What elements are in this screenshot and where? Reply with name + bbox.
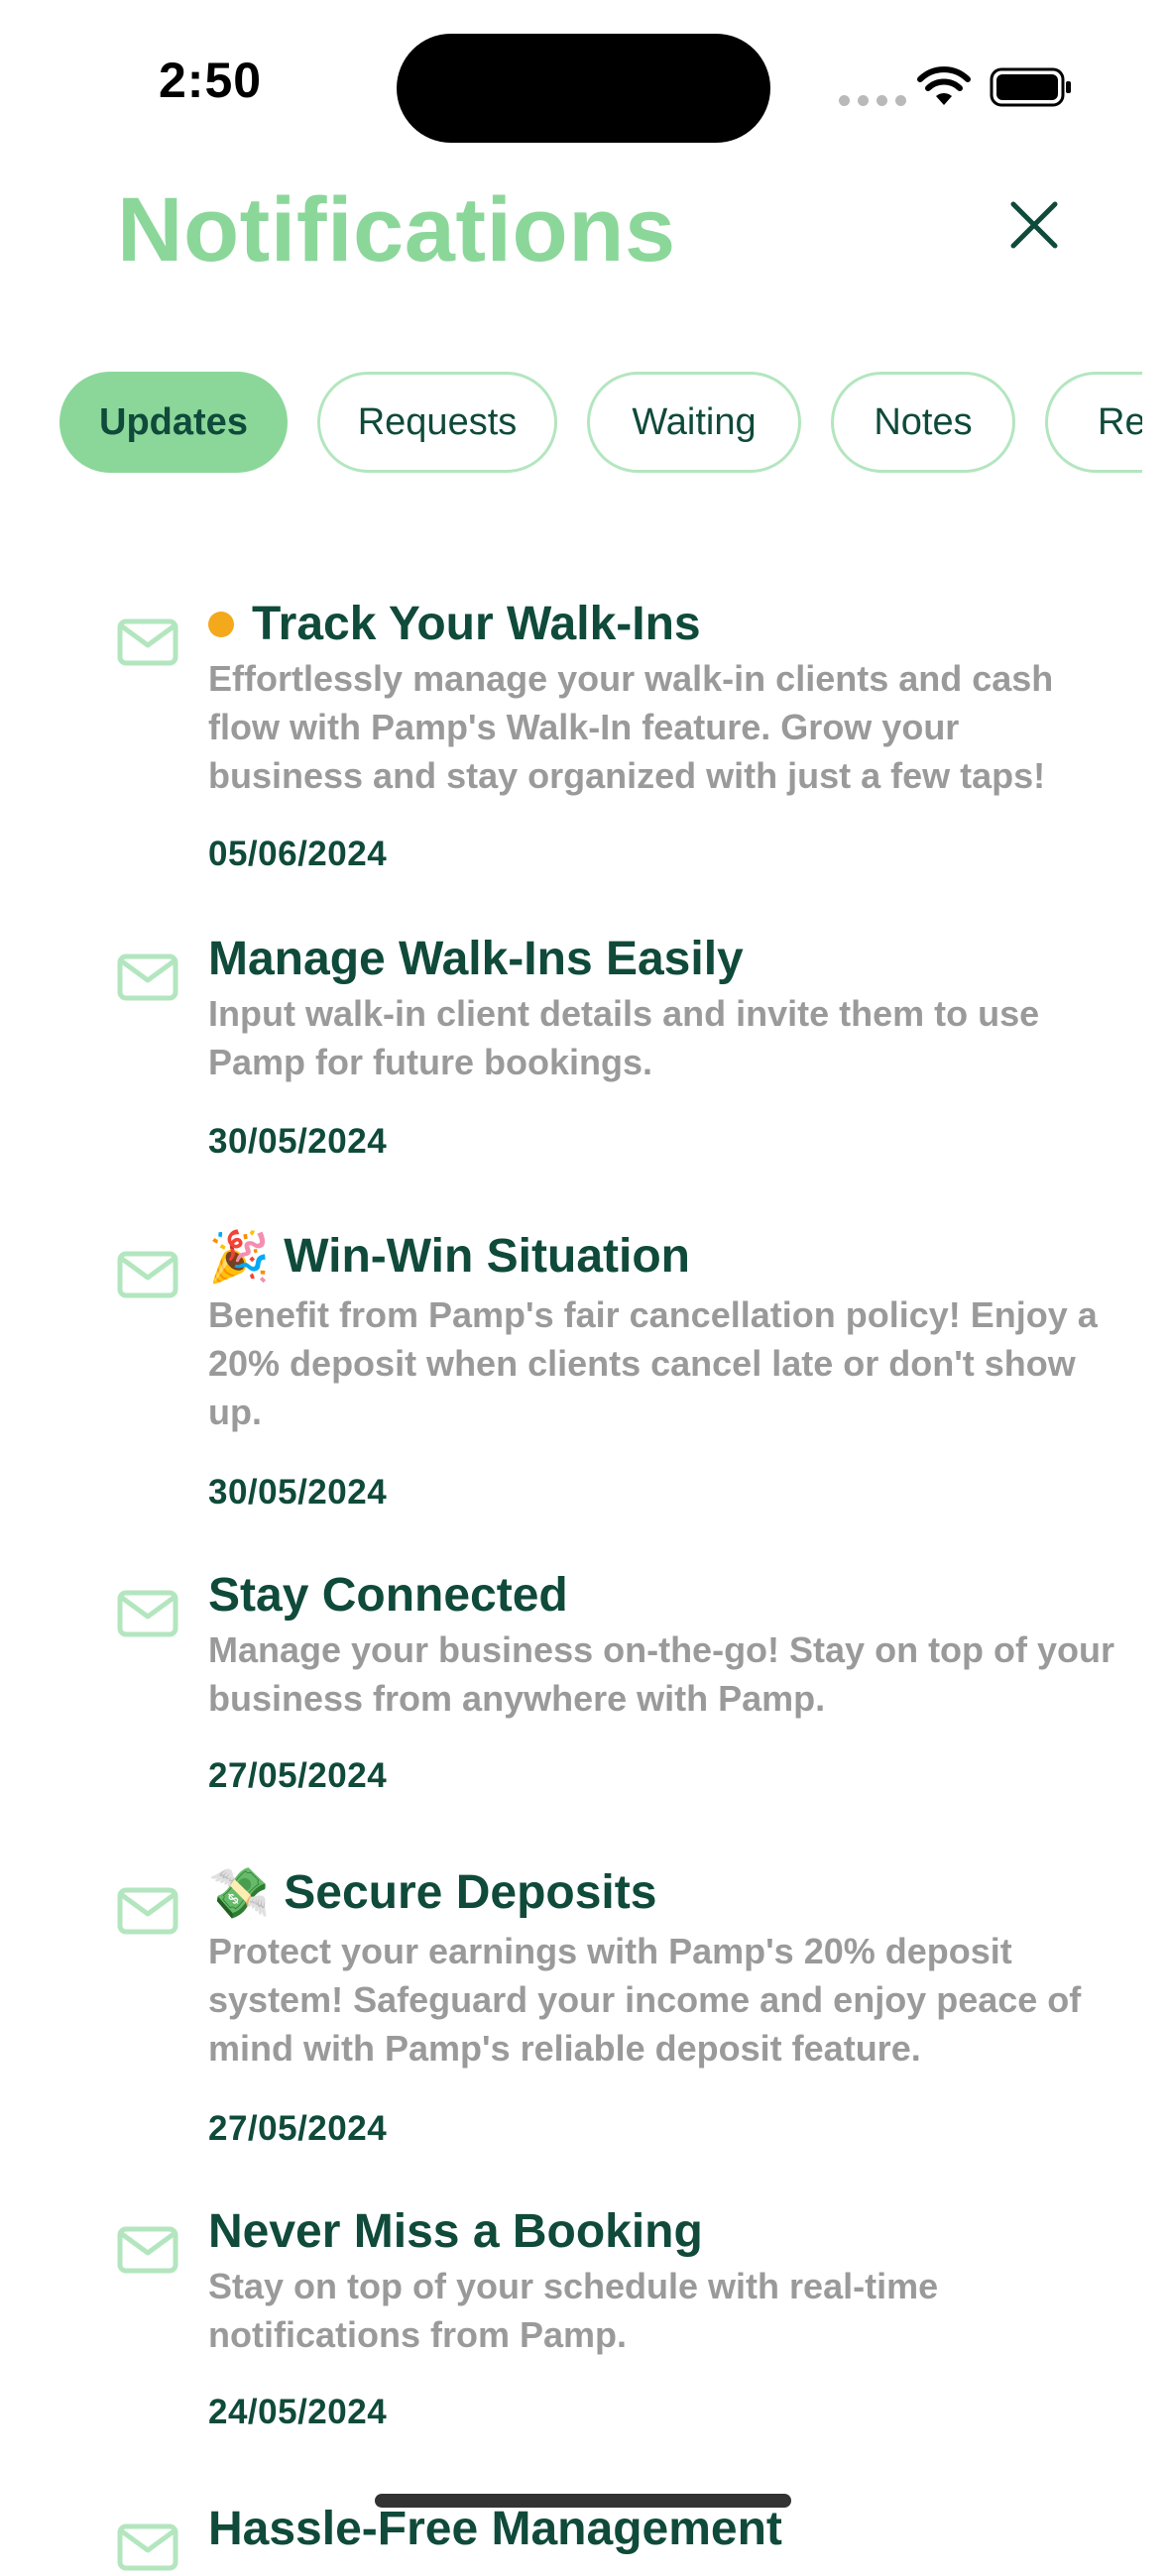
notification-date: 24/05/2024 <box>208 2393 388 2431</box>
notification-title: Never Miss a Booking <box>208 2205 703 2258</box>
notification-emoji-icon: 🎉 <box>208 1227 271 1286</box>
notification-body: Manage your business on-the-go! Stay on … <box>208 1629 1115 1719</box>
notification-title: Secure Deposits <box>284 1866 657 1919</box>
notification-title: Track Your Walk-Ins <box>252 598 701 650</box>
notification-title-row: Manage Walk-Ins Easily <box>208 932 744 986</box>
tab-requests[interactable]: Requests <box>317 372 557 473</box>
notification-title-row: Never Miss a Booking <box>208 2204 703 2259</box>
notification-body: Input walk-in client details and invite … <box>208 993 1040 1082</box>
notification-title: Win-Win Situation <box>284 1230 690 1283</box>
tab-updates[interactable]: Updates <box>59 372 288 473</box>
notification-date: 30/05/2024 <box>208 1473 388 1512</box>
notification-title-row: 💸 Secure Deposits <box>208 1865 656 1920</box>
cellular-signal-icon <box>839 95 906 106</box>
envelope-icon <box>117 618 178 666</box>
page-title: Notifications <box>117 179 676 280</box>
notification-title-row: Hassle-Free Management <box>208 2502 782 2556</box>
envelope-icon <box>117 953 178 1001</box>
notification-date: 05/06/2024 <box>208 835 388 873</box>
envelope-icon <box>117 1590 178 1637</box>
notification-title-row: Track Your Walk-Ins <box>208 597 701 651</box>
notification-title: Hassle-Free Management <box>208 2503 782 2555</box>
notification-body: Stay on top of your schedule with real-t… <box>208 2266 939 2355</box>
notification-body: Benefit from Pamp's fair cancellation po… <box>208 1294 1098 1432</box>
wifi-icon <box>917 66 971 105</box>
envelope-icon <box>117 2523 178 2571</box>
notification-body: Effortlessly manage your walk-in clients… <box>208 658 1054 796</box>
envelope-icon <box>117 1887 178 1935</box>
envelope-icon <box>117 2226 178 2274</box>
notification-emoji-icon: 💸 <box>208 1863 271 1922</box>
notification-date: 30/05/2024 <box>208 1122 388 1161</box>
notification-title-row: Stay Connected <box>208 1568 568 1623</box>
status-bar: 2:50 <box>0 0 1169 143</box>
notification-title-row: 🎉 Win-Win Situation <box>208 1229 690 1284</box>
status-time: 2:50 <box>159 53 263 108</box>
notification-title: Manage Walk-Ins Easily <box>208 933 744 985</box>
notification-date: 27/05/2024 <box>208 2109 388 2148</box>
tab-notes[interactable]: Notes <box>831 372 1015 473</box>
battery-icon <box>990 67 1071 107</box>
tab-waiting[interactable]: Waiting <box>587 372 801 473</box>
notification-date: 27/05/2024 <box>208 1756 388 1795</box>
envelope-icon <box>117 1251 178 1298</box>
unread-dot-icon <box>208 611 234 637</box>
notification-body: Protect your earnings with Pamp's 20% de… <box>208 1931 1082 2069</box>
home-indicator <box>375 2494 791 2508</box>
dynamic-island <box>397 34 770 143</box>
tab-re[interactable]: Re <box>1045 372 1142 473</box>
close-icon[interactable] <box>1003 194 1065 256</box>
notification-title: Stay Connected <box>208 1569 568 1622</box>
filter-tabs: Updates Requests Waiting Notes Re <box>59 372 1142 475</box>
